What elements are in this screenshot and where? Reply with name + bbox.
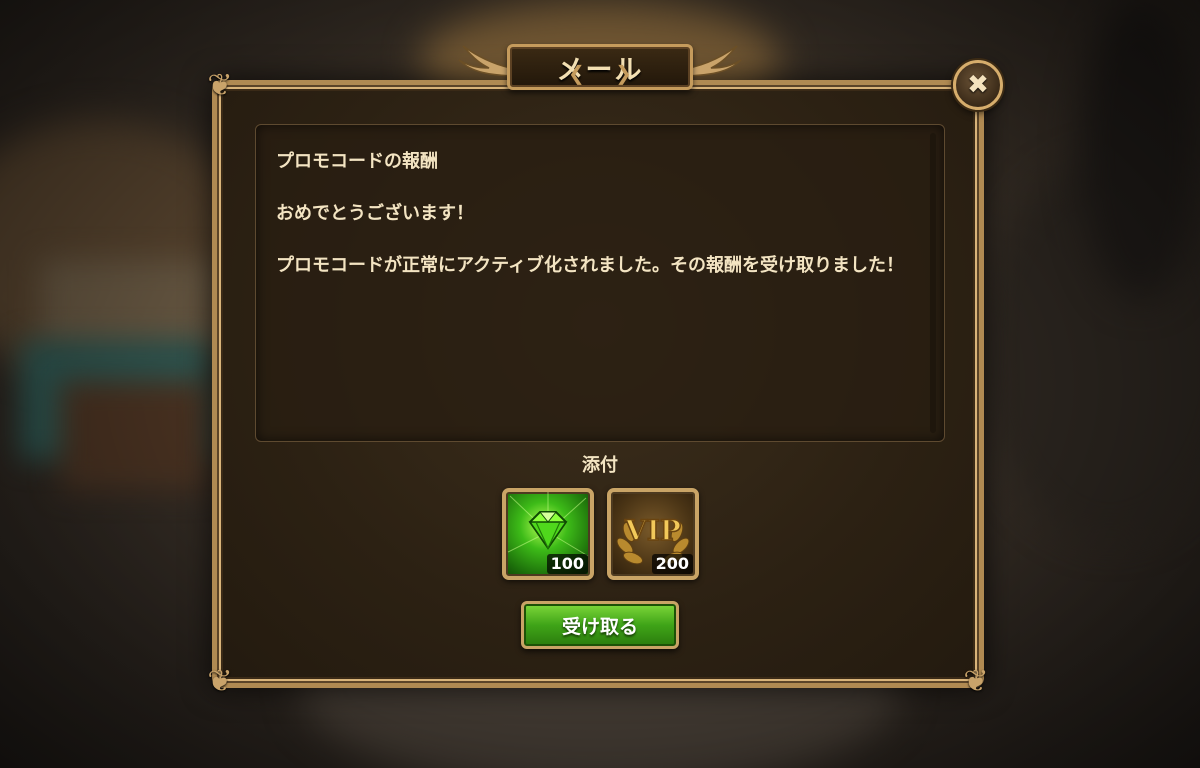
scrollbar[interactable] bbox=[930, 133, 936, 433]
title-plate: ❮ メール ❯ bbox=[455, 38, 745, 100]
claim-button-label: 受け取る bbox=[561, 615, 638, 638]
close-button[interactable]: ✖ bbox=[953, 60, 1003, 110]
attachment-item-vip[interactable]: VIP 200 bbox=[607, 488, 699, 580]
title-box: ❮ メール ❯ bbox=[507, 44, 693, 90]
mail-subject: プロモコードの報酬 bbox=[276, 151, 438, 172]
attachment-item-gem[interactable]: 100 bbox=[502, 488, 594, 580]
ornament-icon: ❦ bbox=[207, 664, 233, 699]
chevron-left-icon: ❮ bbox=[568, 61, 585, 85]
close-icon: ✖ bbox=[967, 70, 989, 100]
mail-body: プロモコードが正常にアクティブ化されました。その報酬を受け取りました！ bbox=[276, 255, 905, 276]
claim-button[interactable]: 受け取る bbox=[521, 601, 679, 649]
item-count: 200 bbox=[651, 554, 693, 574]
attachments-label: 添付 bbox=[582, 455, 618, 476]
message-box[interactable]: プロモコードの報酬 おめでとうございます！ プロモコードが正常にアクティブ化され… bbox=[255, 124, 945, 442]
message-content: プロモコードの報酬 おめでとうございます！ プロモコードが正常にアクティブ化され… bbox=[276, 149, 916, 305]
mail-greeting: おめでとうございます！ bbox=[276, 203, 474, 224]
chevron-right-icon: ❯ bbox=[615, 61, 632, 85]
item-count: 100 bbox=[546, 554, 588, 574]
ornament-icon: ❦ bbox=[963, 664, 989, 699]
ornament-icon: ❦ bbox=[207, 68, 233, 103]
svg-text:VIP: VIP bbox=[624, 514, 681, 547]
